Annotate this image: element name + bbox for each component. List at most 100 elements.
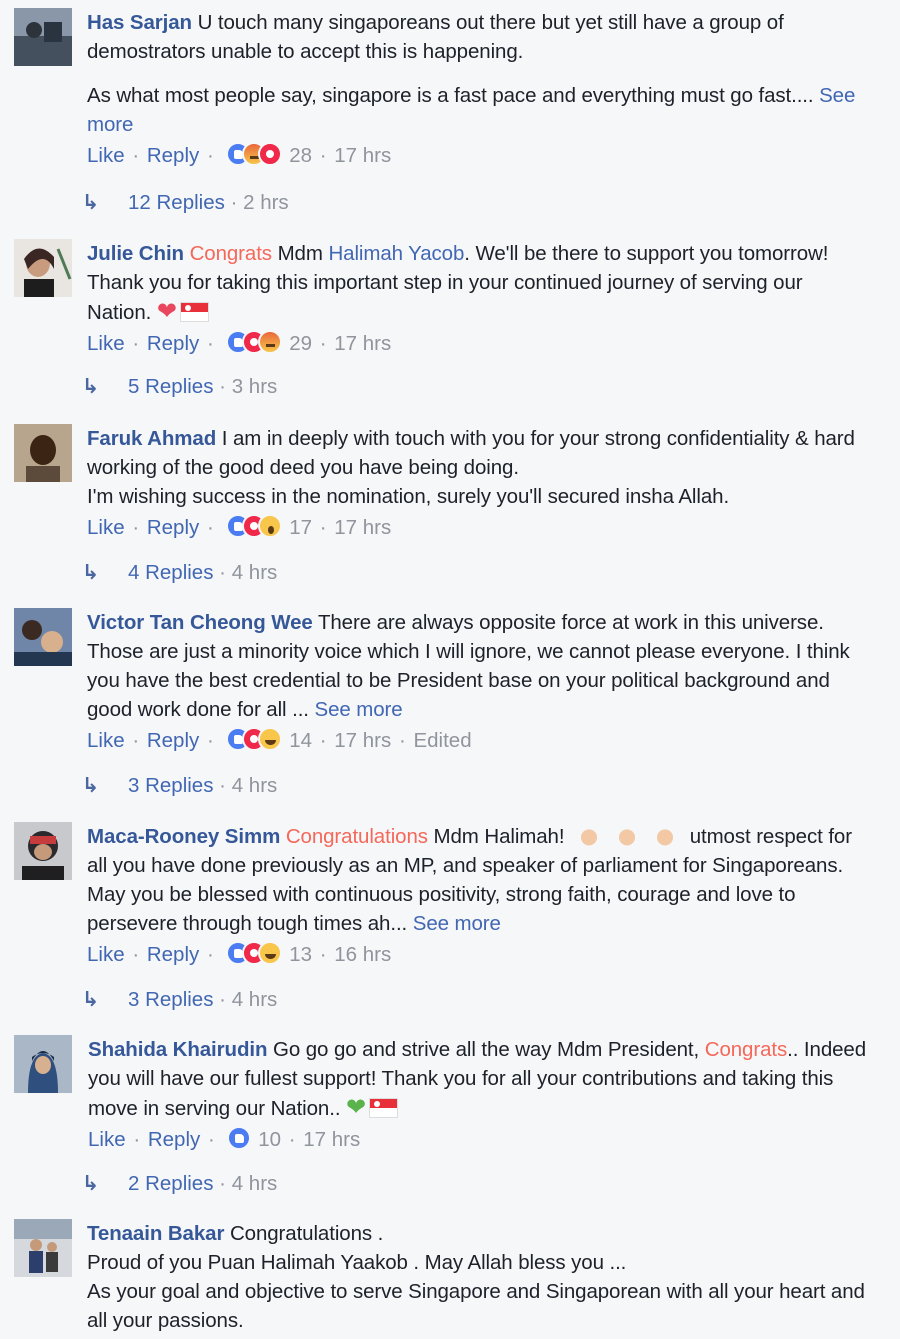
avatar[interactable]: [14, 239, 72, 297]
comment-body: Go go go and strive all the way Mdm Pres…: [273, 1038, 700, 1061]
reactions-summary[interactable]: [225, 142, 282, 174]
like-button[interactable]: Like: [87, 144, 125, 167]
comment-author[interactable]: Victor Tan Cheong Wee: [87, 611, 313, 634]
separator: ·: [319, 943, 327, 966]
like-icon: [226, 1126, 251, 1150]
reaction-count[interactable]: 28: [289, 144, 312, 167]
replies-count-link[interactable]: 3 Replies: [128, 988, 213, 1011]
view-replies[interactable]: ↳ 3 Replies · 4 hrs: [82, 985, 277, 1014]
separator: ·: [230, 191, 238, 214]
comment-body: Mdm: [277, 242, 323, 265]
view-replies[interactable]: ↳ 5 Replies · 3 hrs: [82, 372, 277, 401]
comment-body: Congratulations .: [229, 1222, 384, 1245]
singapore-flag-icon: [369, 1098, 399, 1118]
separator: ·: [219, 375, 226, 398]
reply-button[interactable]: Reply: [147, 729, 199, 752]
reaction-count[interactable]: 17: [289, 516, 312, 539]
edited-label[interactable]: Edited: [413, 729, 471, 752]
haha-icon: [257, 941, 282, 965]
timestamp[interactable]: 17 hrs: [334, 332, 391, 355]
reactions-summary[interactable]: [225, 727, 282, 759]
separator: ·: [133, 1128, 141, 1151]
reply-button[interactable]: Reply: [147, 332, 199, 355]
clapping-hands-icon: [572, 823, 607, 847]
mention-link[interactable]: Halimah Yacob: [328, 242, 464, 265]
reply-button[interactable]: Reply: [147, 516, 199, 539]
heart-emoji-icon: ❤: [156, 298, 177, 325]
avatar[interactable]: [14, 1035, 72, 1093]
replies-count-link[interactable]: 12 Replies: [128, 191, 225, 214]
timestamp[interactable]: 17 hrs: [334, 729, 391, 752]
comment-actions: Like · Reply · 29 · 17 hrs: [87, 329, 867, 362]
comment-text: Victor Tan Cheong Wee There are always o…: [87, 608, 867, 724]
hashtag-link[interactable]: Congrats: [705, 1038, 787, 1061]
separator: ·: [319, 144, 327, 167]
separator: ·: [132, 332, 140, 355]
reply-button[interactable]: Reply: [148, 1128, 200, 1151]
avatar[interactable]: [14, 608, 72, 666]
avatar[interactable]: [14, 8, 72, 66]
wow-icon: [257, 514, 282, 538]
like-button[interactable]: Like: [87, 943, 125, 966]
clapping-hands-icon: [648, 823, 683, 847]
view-replies[interactable]: ↳ 12 Replies · 2 hrs: [82, 188, 289, 217]
reactions-summary[interactable]: [225, 330, 282, 362]
comment-actions: Like · Reply · 13 · 16 hrs: [87, 940, 867, 973]
replies-count-link[interactable]: 4 Replies: [128, 561, 213, 584]
like-button[interactable]: Like: [88, 1128, 126, 1151]
reaction-count[interactable]: 13: [289, 943, 312, 966]
reactions-summary[interactable]: [226, 1126, 251, 1158]
timestamp[interactable]: 17 hrs: [334, 516, 391, 539]
comment-actions: Like · Reply · 10 · 17 hrs: [88, 1125, 868, 1158]
comment-author[interactable]: Faruk Ahmad: [87, 427, 216, 450]
timestamp[interactable]: 16 hrs: [334, 943, 391, 966]
reply-arrow-icon: ↳: [82, 774, 100, 797]
like-button[interactable]: Like: [87, 332, 125, 355]
comment-author[interactable]: Maca-Rooney Simm: [87, 825, 280, 848]
separator: ·: [319, 332, 327, 355]
timestamp[interactable]: 17 hrs: [303, 1128, 360, 1151]
see-more-link[interactable]: See more: [315, 698, 403, 721]
comment-actions: Like · Reply · 14 · 17 hrs · Edited: [87, 726, 867, 759]
like-button[interactable]: Like: [87, 516, 125, 539]
comment-author[interactable]: Shahida Khairudin: [88, 1038, 268, 1061]
reply-arrow-icon: ↳: [82, 375, 100, 398]
comment-body: Mdm Halimah!: [433, 825, 565, 848]
comment-author[interactable]: Has Sarjan: [87, 11, 192, 34]
avatar[interactable]: [14, 1219, 72, 1277]
view-replies[interactable]: ↳ 3 Replies · 4 hrs: [82, 771, 277, 800]
comment-author[interactable]: Tenaain Bakar: [87, 1222, 224, 1245]
separator: ·: [206, 943, 214, 966]
timestamp[interactable]: 17 hrs: [334, 144, 391, 167]
separator: ·: [132, 729, 140, 752]
reaction-count[interactable]: 10: [258, 1128, 281, 1151]
reply-button[interactable]: Reply: [147, 943, 199, 966]
comment-author[interactable]: Julie Chin: [87, 242, 184, 265]
replies-count-link[interactable]: 2 Replies: [128, 1172, 213, 1195]
hashtag-link[interactable]: Congratulations: [286, 825, 428, 848]
replies-timestamp: 4 hrs: [231, 988, 278, 1011]
replies-count-link[interactable]: 5 Replies: [128, 375, 213, 398]
reactions-summary[interactable]: [225, 514, 282, 546]
like-button[interactable]: Like: [87, 729, 125, 752]
reactions-summary[interactable]: [225, 941, 282, 973]
reply-button[interactable]: Reply: [147, 144, 199, 167]
replies-count-link[interactable]: 3 Replies: [128, 774, 213, 797]
hashtag-link[interactable]: Congrats: [190, 242, 272, 265]
avatar[interactable]: [14, 424, 72, 482]
see-more-link[interactable]: See more: [413, 912, 501, 935]
separator: ·: [219, 1172, 226, 1195]
view-replies[interactable]: ↳ 4 Replies · 4 hrs: [82, 558, 277, 587]
replies-timestamp: 3 hrs: [231, 375, 278, 398]
reaction-count[interactable]: 14: [289, 729, 312, 752]
comment-actions: Like · Reply · 28 · 17 hrs: [87, 141, 867, 174]
comment-body-2: I'm wishing success in the nomination, s…: [87, 485, 730, 508]
separator: ·: [319, 516, 327, 539]
comment-body: U touch many singaporeans out there but …: [87, 11, 784, 63]
avatar[interactable]: [14, 822, 72, 880]
separator: ·: [206, 144, 214, 167]
replies-timestamp: 2 hrs: [243, 191, 289, 214]
reaction-count[interactable]: 29: [289, 332, 312, 355]
comment-text: Tenaain Bakar Congratulations . Proud of …: [87, 1219, 867, 1335]
view-replies[interactable]: ↳ 2 Replies · 4 hrs: [82, 1169, 277, 1198]
